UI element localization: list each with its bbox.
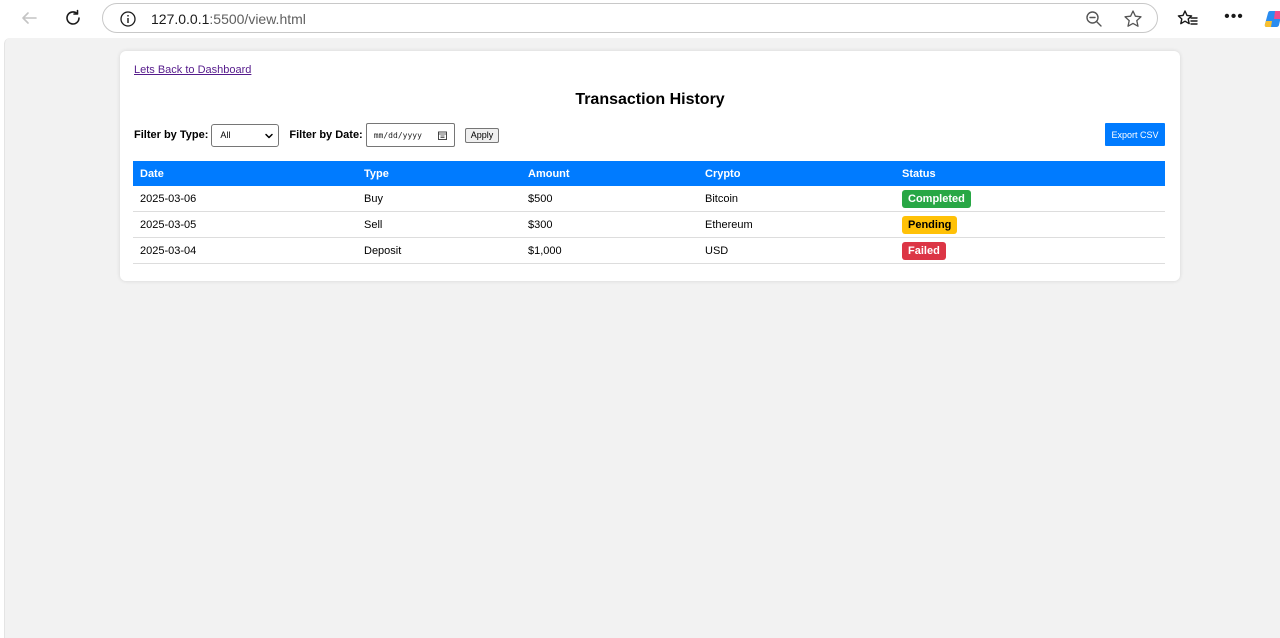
cell-type: Buy <box>357 186 521 212</box>
cell-date: 2025-03-06 <box>133 186 357 212</box>
column-header-date[interactable]: Date <box>133 161 357 186</box>
apply-button[interactable]: Apply <box>464 127 500 143</box>
filter-type-label: Filter by Type: <box>134 129 209 141</box>
cell-type: Sell <box>357 211 521 238</box>
more-icon[interactable]: ••• <box>1222 5 1246 29</box>
star-icon[interactable] <box>1123 9 1143 29</box>
status-badge: Completed <box>902 189 971 208</box>
favorites-icon <box>1177 10 1198 25</box>
back-to-dashboard-link[interactable]: Lets Back to Dashboard <box>134 64 251 76</box>
column-header-type[interactable]: Type <box>357 161 521 186</box>
reload-button[interactable] <box>58 3 88 33</box>
url-text[interactable]: 127.0.0.1:5500/view.html <box>151 10 306 28</box>
favorites-button[interactable] <box>1176 7 1200 31</box>
date-input[interactable]: mm/dd/yyyy <box>365 123 455 147</box>
table-row: 2025-03-05 Sell $300 Ethereum Pending <box>133 211 1165 238</box>
column-header-amount[interactable]: Amount <box>521 161 698 186</box>
cell-status: Failed <box>895 237 1165 264</box>
url-path: :5500/view.html <box>209 11 306 27</box>
cell-date: 2025-03-05 <box>133 211 357 238</box>
cell-date: 2025-03-04 <box>133 237 357 264</box>
table-header-row: Date Type Amount Crypto Status <box>133 161 1165 186</box>
copilot-icon <box>1264 11 1280 27</box>
cell-type: Deposit <box>357 237 521 264</box>
cell-amount: $500 <box>521 186 698 212</box>
chevron-down-icon <box>265 133 274 138</box>
calendar-icon[interactable] <box>437 131 447 140</box>
info-icon[interactable] <box>119 10 137 28</box>
column-header-crypto[interactable]: Crypto <box>698 161 895 186</box>
status-badge: Pending <box>902 215 958 234</box>
address-bar[interactable]: 127.0.0.1:5500/view.html <box>102 3 1158 33</box>
page-title: Transaction History <box>575 91 725 108</box>
transaction-card: Lets Back to Dashboard Transaction Histo… <box>120 51 1180 281</box>
cell-amount: $300 <box>521 211 698 238</box>
cell-status: Pending <box>895 211 1165 238</box>
copilot-button[interactable] <box>1264 9 1280 29</box>
export-csv-button[interactable]: Export CSV <box>1105 123 1165 146</box>
cell-status: Completed <box>895 186 1165 212</box>
url-host: 127.0.0.1 <box>151 11 210 27</box>
type-select-value: All <box>220 130 231 140</box>
reload-icon <box>66 9 80 25</box>
back-button[interactable] <box>14 3 44 33</box>
cell-crypto: Bitcoin <box>698 186 895 212</box>
zoom-out-icon[interactable] <box>1085 10 1103 28</box>
filter-bar: Filter by Type: All Filter by Date: mm/d… <box>134 123 500 147</box>
table-row: 2025-03-04 Deposit $1,000 USD Failed <box>133 237 1165 264</box>
cell-amount: $1,000 <box>521 237 698 264</box>
back-arrow-icon <box>22 12 37 24</box>
page-viewport: Lets Back to Dashboard Transaction Histo… <box>4 38 1280 638</box>
cell-crypto: Ethereum <box>698 211 895 238</box>
filter-date-label: Filter by Date: <box>289 129 363 141</box>
type-select[interactable]: All <box>211 123 280 147</box>
table-row: 2025-03-06 Buy $500 Bitcoin Completed <box>133 186 1165 212</box>
date-input-placeholder: mm/dd/yyyy <box>373 130 422 140</box>
cell-crypto: USD <box>698 237 895 264</box>
transactions-table: Date Type Amount Crypto Status 2025-03-0… <box>133 161 1165 264</box>
browser-toolbar: 127.0.0.1:5500/view.html ••• <box>0 0 1280 38</box>
status-badge: Failed <box>902 241 946 260</box>
column-header-status[interactable]: Status <box>895 161 1165 186</box>
